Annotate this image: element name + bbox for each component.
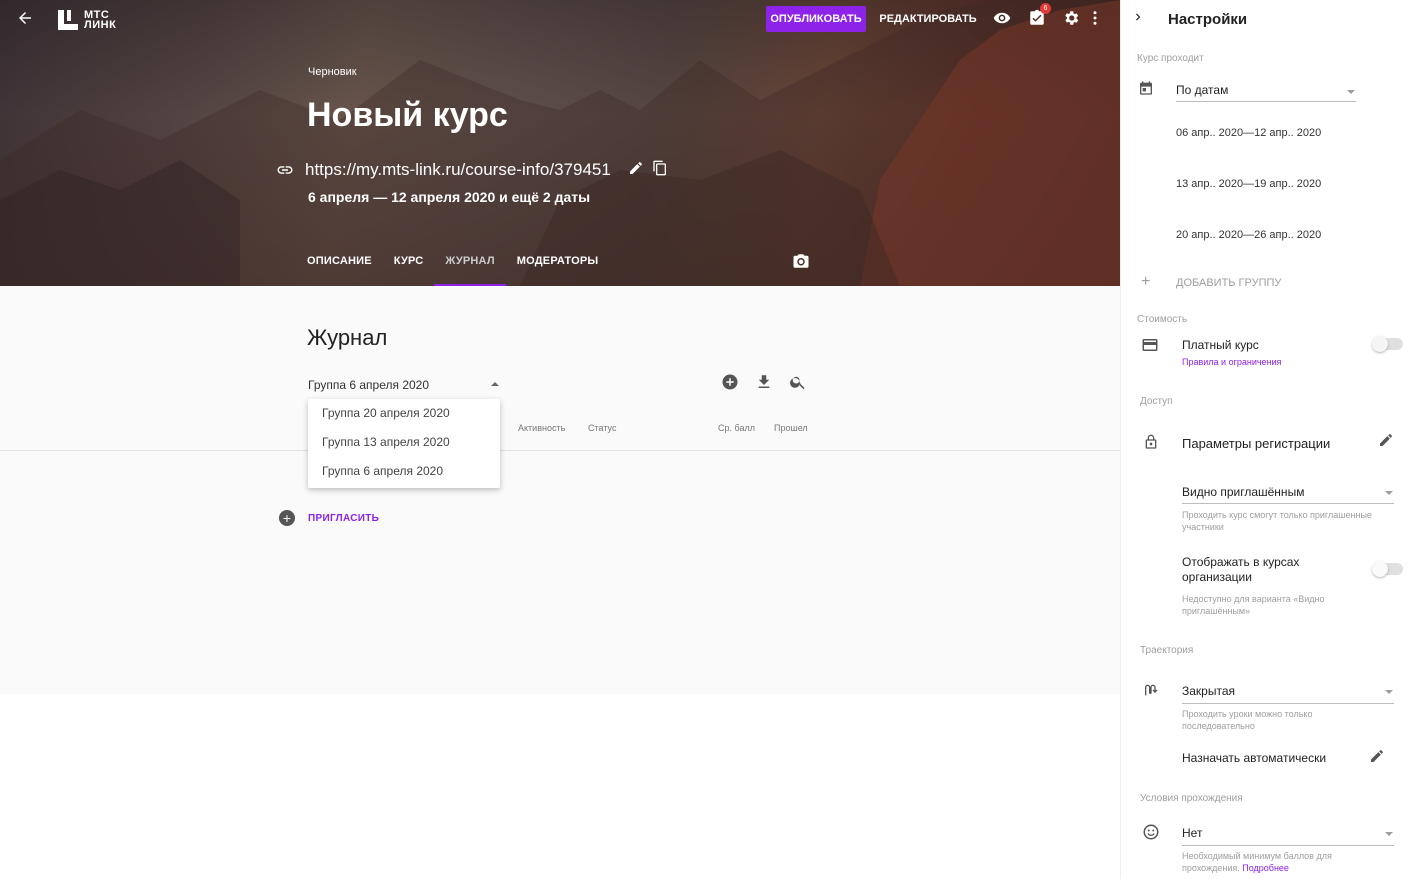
- course-dates: 6 апреля — 12 апреля 2020 и ещё 2 даты: [308, 189, 591, 205]
- settings-panel: Настройки Курс проходит По датам 06 апр.…: [1120, 0, 1410, 879]
- visibility-underline: [1182, 503, 1394, 504]
- conditions-more-link[interactable]: Подробнее: [1242, 863, 1289, 873]
- link-icon: [276, 161, 294, 179]
- assign-pencil-icon[interactable]: [1369, 748, 1387, 766]
- smiley-icon: [1142, 823, 1160, 841]
- tab-journal[interactable]: ЖУРНАЛ: [434, 246, 506, 286]
- course-status: Черновик: [308, 66, 357, 78]
- edit-url-pencil-icon[interactable]: [628, 160, 644, 176]
- group-option[interactable]: Группа 20 апреля 2020: [308, 402, 500, 431]
- lock-icon: [1143, 433, 1161, 451]
- date-range-item[interactable]: 20 апр.. 2020—26 апр.. 2020: [1176, 229, 1321, 241]
- copy-url-icon[interactable]: [652, 160, 668, 176]
- edit-button[interactable]: РЕДАКТИРОВАТЬ: [876, 6, 980, 32]
- visibility-select[interactable]: Видно приглашённым: [1182, 485, 1304, 499]
- dropdown-caret-icon[interactable]: [1385, 491, 1393, 495]
- invite-plus-icon[interactable]: +: [279, 510, 295, 526]
- add-icon[interactable]: +: [1141, 273, 1150, 291]
- route-icon: [1143, 682, 1161, 700]
- paid-course-toggle[interactable]: [1372, 336, 1403, 352]
- course-tabs: ОПИСАНИЕ КУРС ЖУРНАЛ МОДЕРАТОРЫ: [296, 246, 609, 286]
- column-avg-score[interactable]: Ср. балл: [718, 423, 755, 433]
- trajectory-section-label: Траектория: [1140, 645, 1194, 656]
- journal-main: Журнал Группа 6 апреля 2020 Активность С…: [0, 286, 1120, 694]
- trajectory-underline: [1182, 703, 1394, 704]
- download-icon[interactable]: [755, 373, 773, 391]
- add-group-button[interactable]: ДОБАВИТЬ ГРУППУ: [1176, 277, 1281, 289]
- publish-button[interactable]: ОПУБЛИКОВАТЬ: [766, 6, 866, 32]
- camera-icon[interactable]: [792, 252, 810, 270]
- conditions-section-label: Условия прохождения: [1140, 793, 1243, 804]
- visibility-hint: Проходить курс смогут только приглашенны…: [1182, 510, 1372, 532]
- cost-section-label: Стоимость: [1137, 314, 1188, 325]
- show-in-org-toggle[interactable]: [1372, 561, 1403, 577]
- date-range-item[interactable]: 06 апр.. 2020—12 апр.. 2020: [1176, 127, 1321, 139]
- logo[interactable]: МТС ЛИНК: [58, 10, 117, 31]
- conditions-hint: Необходимый минимум баллов для прохожден…: [1182, 850, 1382, 874]
- credit-card-icon: [1141, 336, 1159, 354]
- table-divider: [0, 450, 1120, 451]
- registration-label: Параметры регистрации: [1182, 436, 1331, 451]
- schedule-underline: [1176, 101, 1356, 102]
- tab-moderators[interactable]: МОДЕРАТОРЫ: [506, 246, 610, 286]
- app-root: МТС ЛИНК ОПУБЛИКОВАТЬ РЕДАКТИРОВАТЬ 6 Че…: [0, 0, 1410, 879]
- logo-mark-icon: [58, 10, 78, 30]
- group-select[interactable]: Группа 6 апреля 2020: [308, 378, 429, 392]
- group-dropdown-menu: Группа 20 апреля 2020 Группа 13 апреля 2…: [308, 399, 500, 488]
- mountain-background: [0, 0, 1120, 286]
- group-option[interactable]: Группа 13 апреля 2020: [308, 431, 500, 460]
- trajectory-hint: Проходить уроки можно только последовате…: [1182, 709, 1313, 731]
- dropdown-caret-icon[interactable]: [1385, 832, 1393, 836]
- conditions-select[interactable]: Нет: [1182, 826, 1202, 840]
- course-url[interactable]: https://my.mts-link.ru/course-info/37945…: [305, 160, 611, 180]
- tasks-badge: 6: [1040, 3, 1051, 14]
- dropdown-caret-icon[interactable]: [1385, 690, 1393, 694]
- paid-course-label: Платный курс: [1182, 338, 1259, 352]
- top-bar: МТС ЛИНК ОПУБЛИКОВАТЬ РЕДАКТИРОВАТЬ 6: [0, 0, 1120, 40]
- logo-text: МТС ЛИНК: [84, 10, 117, 31]
- column-passed[interactable]: Прошел: [774, 423, 808, 433]
- schedule-section-label: Курс проходит: [1137, 53, 1204, 64]
- dropdown-caret-icon[interactable]: [1347, 90, 1355, 94]
- invite-button[interactable]: ПРИГЛАСИТЬ: [308, 513, 379, 524]
- course-title: Новый курс: [307, 96, 508, 134]
- calendar-icon: [1138, 80, 1156, 98]
- rules-link[interactable]: Правила и ограничения: [1182, 357, 1281, 367]
- back-arrow-icon[interactable]: [14, 9, 36, 31]
- show-in-org-hint: Недоступно для варианта «Видно приглашён…: [1182, 594, 1325, 616]
- course-hero: [0, 0, 1120, 286]
- show-in-org-label: Отображать в курсах организации: [1182, 555, 1300, 584]
- journal-title: Журнал: [307, 325, 388, 350]
- eye-icon[interactable]: [992, 9, 1012, 29]
- date-range-item[interactable]: 13 апр.. 2020—19 апр.. 2020: [1176, 178, 1321, 190]
- tab-course[interactable]: КУРС: [383, 246, 435, 286]
- more-vert-icon[interactable]: [1085, 9, 1105, 29]
- tab-description[interactable]: ОПИСАНИЕ: [296, 246, 383, 286]
- gear-icon[interactable]: [1061, 9, 1081, 29]
- trajectory-select[interactable]: Закрытая: [1182, 684, 1235, 698]
- search-icon[interactable]: [789, 373, 807, 391]
- logo-line-2: ЛИНК: [84, 19, 117, 31]
- assign-auto-label: Назначать автоматически: [1182, 751, 1327, 765]
- column-activity[interactable]: Активность: [518, 423, 565, 433]
- schedule-select[interactable]: По датам: [1176, 83, 1228, 97]
- caret-up-icon[interactable]: [491, 382, 499, 386]
- add-circle-icon[interactable]: [721, 373, 739, 391]
- column-status[interactable]: Статус: [588, 423, 616, 433]
- group-option[interactable]: Группа 6 апреля 2020: [308, 460, 500, 489]
- conditions-underline: [1182, 845, 1394, 846]
- registration-pencil-icon[interactable]: [1378, 432, 1396, 450]
- settings-title: Настройки: [1168, 11, 1248, 28]
- chevron-right-icon[interactable]: [1131, 10, 1145, 29]
- access-section-label: Доступ: [1140, 396, 1173, 407]
